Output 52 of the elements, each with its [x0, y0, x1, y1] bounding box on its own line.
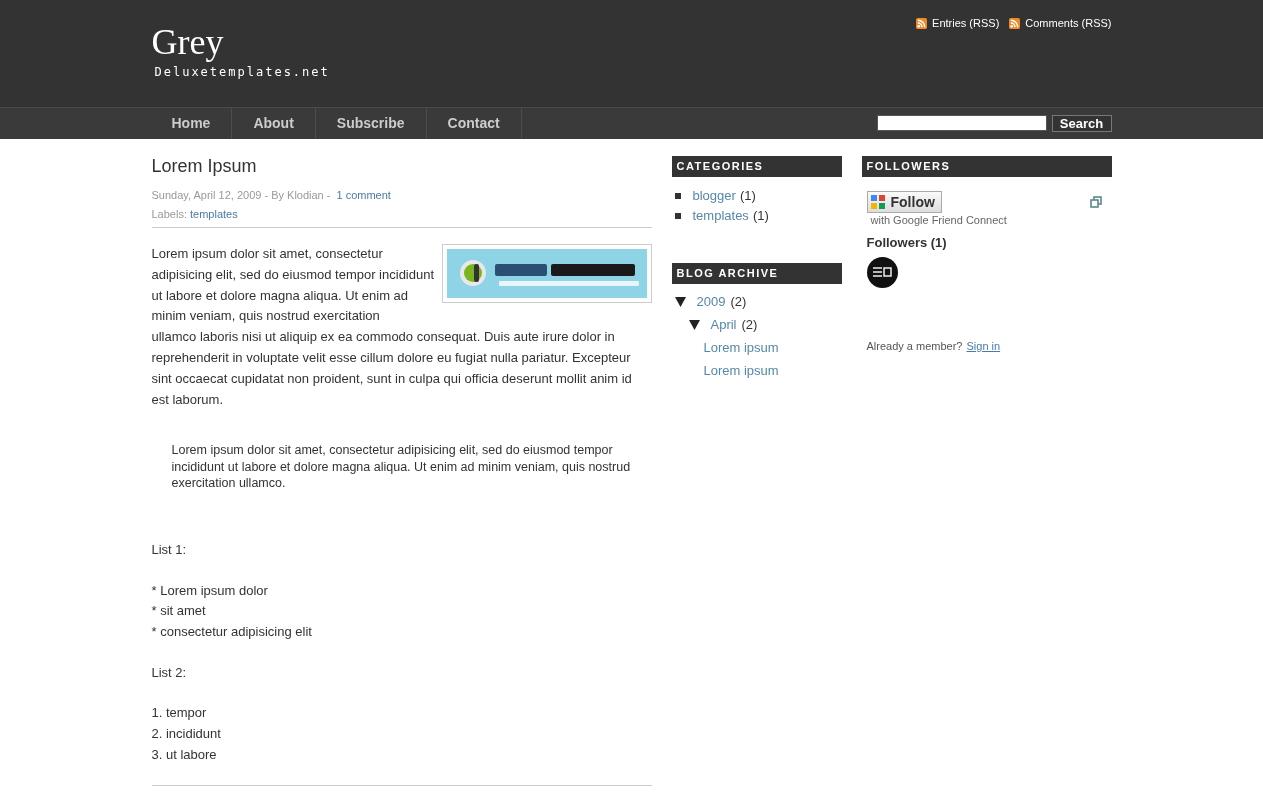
archive-count: (2) — [730, 293, 747, 311]
archive-year-link[interactable]: 2009 — [696, 290, 726, 313]
avatar-icon[interactable] — [866, 257, 898, 288]
labels-label: Labels: — [151, 208, 187, 220]
archive-post-link[interactable]: Lorem ipsum — [703, 363, 779, 378]
list-line: * Lorem ipsum dolor — [151, 581, 269, 600]
category-count: (1) — [752, 207, 769, 225]
block-quote: Lorem ipsum dolor sit amet, consectetur adipisicing elit, sed do eiusmod tempor incididunt ut labore et dolore magna aliqua. Ut enim ad minim veniam, quis nostrud exercitation ullamco. — [171, 442, 632, 492]
list-line: 1. tempor — [151, 704, 208, 723]
toggle-icon[interactable] — [688, 319, 700, 330]
rss-link[interactable]: Comments (RSS) — [1009, 16, 1112, 30]
follow-button[interactable]: Follow — [866, 191, 942, 213]
widget-title: FOLLOWERS — [861, 156, 1112, 177]
comments-link[interactable]: 1 comment — [336, 189, 391, 201]
rss-link[interactable]: Entries (RSS) — [916, 16, 1000, 30]
post-meta: Sunday, April 12, 2009 - By Klodian - — [151, 189, 331, 201]
nav-link[interactable]: Subscribe — [315, 108, 427, 139]
label-link[interactable]: templates — [190, 208, 238, 220]
category-link[interactable]: blogger — [692, 186, 736, 206]
blog-title[interactable]: Grey — [151, 0, 330, 62]
archive-month-link[interactable]: April — [710, 313, 737, 336]
widget-title: CATEGORIES — [671, 156, 842, 177]
blog-tagline: Deluxetemplates.net — [153, 65, 330, 79]
list-line: List 1: — [151, 540, 188, 559]
member-text: Already a member? — [866, 340, 963, 352]
nav-link[interactable]: About — [232, 108, 316, 139]
sign-in-link[interactable]: Sign in — [966, 340, 1001, 352]
search-button[interactable]: Search — [1051, 115, 1112, 132]
archive-post-link[interactable]: Lorem ipsum — [703, 340, 779, 355]
widget-title: BLOG ARCHIVE — [671, 263, 842, 284]
list-line: * consectetur adipisicing elit — [151, 623, 313, 641]
nav-link[interactable]: Contact — [426, 108, 522, 139]
category-link[interactable]: templates — [692, 206, 749, 226]
search-field[interactable] — [876, 115, 1047, 131]
archive-count: (2) — [741, 316, 758, 334]
post-title[interactable]: Lorem Ipsum — [151, 156, 652, 177]
rss-icon — [1009, 17, 1021, 29]
toggle-icon[interactable] — [674, 296, 686, 307]
squares-icon — [869, 194, 886, 210]
nav-link[interactable]: Home — [151, 108, 233, 139]
post-paragraph: ullamco laboris nisi ut aliquip ex ea commodo consequat. Duis aute irure dolor in reprehenderit in voluptate velit esse cillum dolore eu fugiat nulla pariatur. Excepteur sint occaecat cupidatat non proident, sunt in culpa qui officia deserunt mollit anim id est laborum. — [151, 328, 633, 409]
followers-heading: Followers (1) — [865, 235, 948, 250]
rss-icon — [916, 17, 928, 29]
list-line: List 2: — [151, 663, 188, 682]
bullet-icon — [674, 193, 681, 199]
popout-icon[interactable] — [1089, 196, 1102, 208]
category-count: (1) — [739, 187, 756, 205]
list-line: 2. incididunt — [151, 725, 222, 744]
list-line: * sit amet — [151, 602, 207, 621]
follow-note: with Google Friend Connect — [869, 214, 1008, 226]
list-line: 3. ut labore — [151, 745, 218, 764]
bullet-icon — [674, 213, 681, 219]
